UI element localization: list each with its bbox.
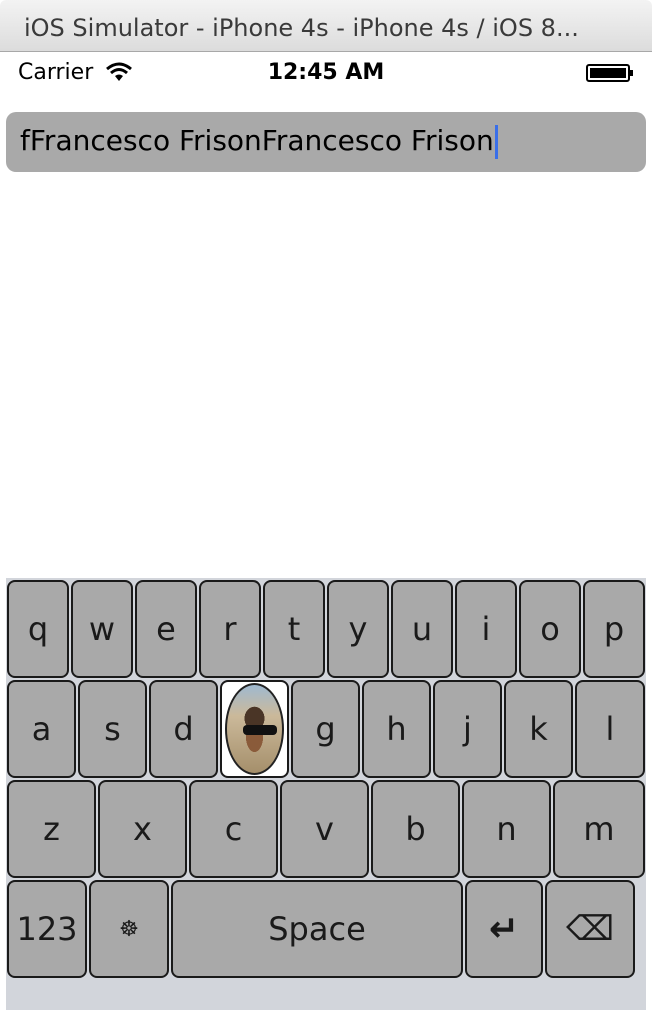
key-h[interactable]: h <box>362 680 431 778</box>
sunglasses-shape <box>243 725 277 735</box>
space-key[interactable]: Space <box>171 880 463 978</box>
key-c[interactable]: c <box>189 780 278 878</box>
delete-key[interactable]: ⌫ <box>545 880 635 978</box>
key-v[interactable]: v <box>280 780 369 878</box>
key-x[interactable]: x <box>98 780 187 878</box>
text-input-field[interactable]: fFrancesco FrisonFrancesco Frison <box>6 112 646 172</box>
avatar-icon <box>225 683 284 775</box>
key-g[interactable]: g <box>291 680 360 778</box>
return-icon: ↵ <box>488 908 520 950</box>
key-s[interactable]: s <box>78 680 147 778</box>
status-time: 12:45 AM <box>267 60 385 85</box>
key-u[interactable]: u <box>391 580 453 678</box>
window-titlebar: iOS Simulator - iPhone 4s - iPhone 4s / … <box>0 0 652 52</box>
key-photo[interactable] <box>220 680 289 778</box>
text-input-value: fFrancesco FrisonFrancesco Frison <box>20 124 498 159</box>
key-j[interactable]: j <box>433 680 502 778</box>
key-y[interactable]: y <box>327 580 389 678</box>
key-z[interactable]: z <box>7 780 96 878</box>
return-key[interactable]: ↵ <box>465 880 543 978</box>
window-title: iOS Simulator - iPhone 4s - iPhone 4s / … <box>24 14 579 42</box>
simulator-screen: Carrier 12:45 AM fFrancesco FrisonFrance… <box>6 52 646 1010</box>
key-w[interactable]: w <box>71 580 133 678</box>
key-q[interactable]: q <box>7 580 69 678</box>
key-t[interactable]: t <box>263 580 325 678</box>
custom-keyboard: q w e r t y u i o p a s d g h j k l z x … <box>6 578 646 1010</box>
key-i[interactable]: i <box>455 580 517 678</box>
key-k[interactable]: k <box>504 680 573 778</box>
key-l[interactable]: l <box>575 680 645 778</box>
key-o[interactable]: o <box>519 580 581 678</box>
key-m[interactable]: m <box>553 780 645 878</box>
key-r[interactable]: r <box>199 580 261 678</box>
key-d[interactable]: d <box>149 680 218 778</box>
text-input-text: fFrancesco FrisonFrancesco Frison <box>20 124 494 157</box>
key-a[interactable]: a <box>7 680 76 778</box>
key-p[interactable]: p <box>583 580 645 678</box>
key-n[interactable]: n <box>462 780 551 878</box>
helm-icon: ☸ <box>119 916 139 942</box>
backspace-icon: ⌫ <box>565 909 615 949</box>
battery-icon <box>586 64 633 82</box>
key-e[interactable]: e <box>135 580 197 678</box>
key-b[interactable]: b <box>371 780 460 878</box>
settings-key[interactable]: ☸ <box>89 880 169 978</box>
status-bar: Carrier 12:45 AM <box>6 52 646 92</box>
numbers-key[interactable]: 123 <box>7 880 87 978</box>
text-cursor <box>494 125 498 159</box>
